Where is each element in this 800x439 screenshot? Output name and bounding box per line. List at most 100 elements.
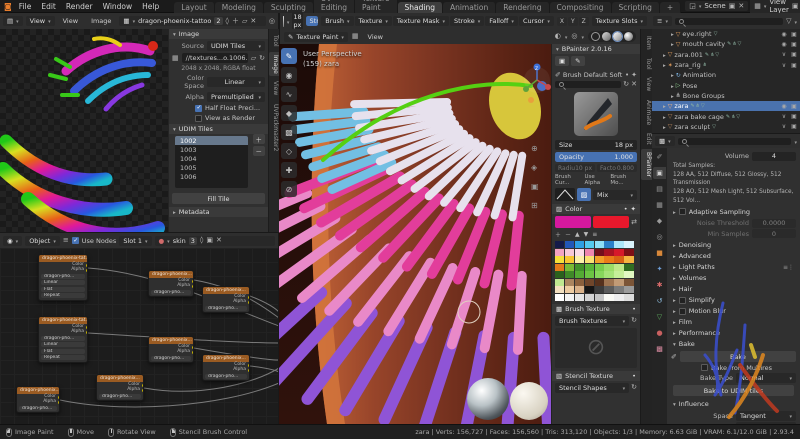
- palette-swatch[interactable]: [575, 264, 584, 271]
- properties-tab[interactable]: ▽: [653, 311, 666, 323]
- paint-tool-button[interactable]: ∿: [281, 86, 297, 102]
- property-section-header[interactable]: Performance: [667, 328, 800, 339]
- object-name[interactable]: zara_rig: [675, 61, 701, 69]
- palette-swatch[interactable]: [585, 249, 594, 256]
- disclosure-icon[interactable]: [671, 30, 674, 38]
- palette-swatch[interactable]: [595, 279, 604, 286]
- visibility-eye-icon[interactable]: ∨: [780, 62, 788, 69]
- object-name[interactable]: Pose: [682, 82, 697, 90]
- palette-swatch[interactable]: [565, 294, 574, 301]
- palette-swatch[interactable]: [555, 256, 564, 263]
- bp-size-slider[interactable]: Size18 px: [555, 140, 637, 150]
- bpainter-layers-button[interactable]: ▣: [555, 56, 569, 66]
- close-icon[interactable]: ✕: [631, 81, 637, 88]
- palette-swatch[interactable]: [585, 256, 594, 263]
- properties-tab[interactable]: ✱: [653, 279, 666, 291]
- viewport-view-menu[interactable]: View: [363, 33, 388, 41]
- editor-type-button[interactable]: ▤: [3, 16, 23, 26]
- property-section-header[interactable]: Advanced: [667, 251, 800, 262]
- palette-swatch[interactable]: [565, 286, 574, 293]
- origin-gizmo-dot[interactable]: [528, 97, 534, 103]
- properties-tab[interactable]: ▩: [653, 343, 666, 355]
- properties-tab[interactable]: ✦: [653, 263, 666, 275]
- properties-tab[interactable]: ▦: [653, 199, 666, 211]
- bp-radius-slider[interactable]: Radiu10 px: [555, 164, 595, 172]
- gear-icon[interactable]: ✦: [631, 205, 636, 213]
- palette-swatch[interactable]: [555, 286, 564, 293]
- outliner-row[interactable]: ↻ Animation: [652, 70, 800, 80]
- properties-search[interactable]: [678, 138, 792, 145]
- brush-curve-widget[interactable]: [555, 188, 575, 201]
- properties-tab[interactable]: ▣: [653, 167, 666, 179]
- workspace-tab[interactable]: Layout: [174, 2, 215, 13]
- view-as-render-checkbox[interactable]: [195, 115, 202, 122]
- use-alpha-toggle[interactable]: ▨: [577, 188, 591, 201]
- unlink-icon[interactable]: ✕: [216, 237, 222, 244]
- shader-node[interactable]: dragon-phoenix...ColorAlphadragon-pho...: [202, 286, 250, 313]
- pin-icon[interactable]: ◎: [269, 18, 275, 25]
- bp-factor-slider[interactable]: Facto0.800: [597, 164, 637, 172]
- workspace-tab[interactable]: Scripting: [612, 2, 660, 13]
- mirror-toggle[interactable]: Y: [568, 17, 578, 26]
- shader-node[interactable]: dragon-phoenix-tat...ColorAlphadragon-ph…: [38, 254, 88, 301]
- visibility-eye-icon[interactable]: ◉: [780, 41, 788, 48]
- palette-swatch[interactable]: [624, 241, 633, 248]
- property-section-header[interactable]: Volumes: [667, 273, 800, 284]
- stencil-texture-header[interactable]: ▧Stencil Texture•: [552, 371, 640, 381]
- sidebar-tab[interactable]: View: [269, 78, 279, 98]
- palette-swatch[interactable]: [555, 279, 564, 286]
- paint-tool-button[interactable]: ◉: [281, 67, 297, 83]
- node-editor-canvas[interactable]: dragon-phoenix-tat...ColorAlphadragon-ph…: [0, 248, 279, 424]
- palette-swatch[interactable]: [585, 294, 594, 301]
- render-camera-icon[interactable]: ▣: [790, 51, 798, 58]
- palette-swatch[interactable]: [604, 264, 613, 271]
- outliner-row[interactable]: ▽ zara.001 ✎⋔▽ ∨ ▣: [652, 50, 800, 60]
- paint-menu[interactable]: Texture Mask: [393, 16, 449, 26]
- half-float-checkbox[interactable]: [195, 105, 202, 112]
- fake-user-icon[interactable]: ◊: [200, 237, 203, 244]
- shader-node[interactable]: dragon-phoenix...ColorAlphadragon-pho...: [16, 386, 60, 413]
- nav-icon[interactable]: ⊞: [531, 201, 539, 210]
- palette-swatch[interactable]: [624, 271, 633, 278]
- view-menu[interactable]: View: [58, 17, 83, 25]
- render-camera-icon[interactable]: ▣: [790, 41, 798, 48]
- brush-preview-icon[interactable]: [283, 16, 284, 27]
- list-icon[interactable]: ≡: [63, 237, 69, 244]
- volume-field[interactable]: 4: [752, 152, 796, 161]
- paint-menu[interactable]: Stroke: [450, 16, 484, 26]
- min-samples-field[interactable]: 0: [752, 229, 796, 238]
- palette-swatch[interactable]: [595, 286, 604, 293]
- properties-editor-type[interactable]: ▩: [655, 136, 675, 146]
- palette-swatch[interactable]: [624, 256, 633, 263]
- blend-mode-dropdown[interactable]: Mix: [593, 190, 637, 200]
- texture-slots-dropdown[interactable]: Texture Slots: [592, 16, 647, 26]
- palette-swatch[interactable]: [604, 249, 613, 256]
- menu-item[interactable]: Window: [98, 2, 138, 11]
- disclosure-icon[interactable]: [663, 61, 666, 69]
- use-nodes-checkbox[interactable]: [72, 237, 79, 244]
- palette-tool-button[interactable]: ▼: [584, 231, 589, 238]
- palette-swatch[interactable]: [614, 279, 623, 286]
- palette-swatch[interactable]: [595, 271, 604, 278]
- paint-tool-button[interactable]: ◇: [281, 143, 297, 159]
- palette-swatch[interactable]: [614, 249, 623, 256]
- property-section-header[interactable]: Hair: [667, 284, 800, 295]
- unlink-icon[interactable]: ✕: [250, 18, 256, 25]
- disclosure-icon[interactable]: [671, 71, 674, 79]
- refresh-icon[interactable]: ↻: [631, 317, 637, 324]
- mode-dropdown[interactable]: ✎Texture Paint: [284, 32, 348, 42]
- paint-menu[interactable]: Texture: [355, 16, 392, 26]
- palette-swatch[interactable]: [585, 279, 594, 286]
- palette-swatch[interactable]: [614, 271, 623, 278]
- solid-shading-button[interactable]: [602, 32, 611, 41]
- palette-swatch[interactable]: [555, 249, 564, 256]
- palette-swatch[interactable]: [595, 256, 604, 263]
- color-section-header[interactable]: ▨Color•✦: [552, 204, 640, 214]
- disclosure-icon[interactable]: [663, 113, 666, 121]
- refresh-icon[interactable]: ↻: [259, 55, 265, 62]
- close-icon[interactable]: ✕: [738, 3, 744, 10]
- noise-threshold-field[interactable]: 0.0000: [752, 219, 796, 228]
- refresh-icon[interactable]: ↻: [623, 81, 629, 88]
- properties-tab[interactable]: ■: [653, 247, 666, 259]
- bake-udim-button[interactable]: Bake to UDIM tiles: [673, 385, 794, 396]
